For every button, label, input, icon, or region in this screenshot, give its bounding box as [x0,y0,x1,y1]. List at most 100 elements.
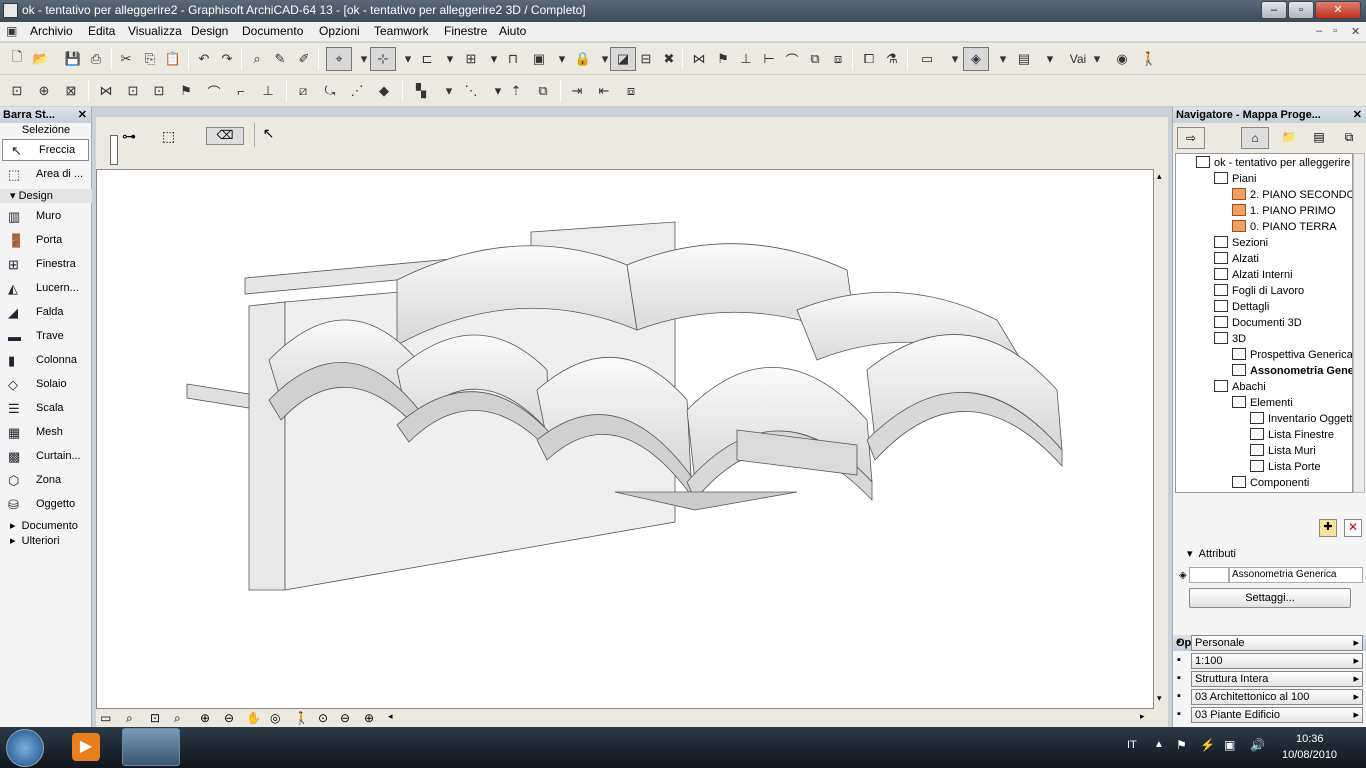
mdi-minimize-button[interactable]: – [1316,25,1322,37]
fit-icon[interactable]: ⊠ [62,82,80,100]
pick-up-icon[interactable]: ✎ [271,50,289,68]
dropdown-arrow-icon[interactable]: ▾ [485,50,503,68]
doc-icon[interactable]: ▣ [6,24,17,38]
documento-group[interactable]: ▸ Documento [10,519,78,532]
tool-curtain[interactable]: ▩ Curtain... [0,445,92,469]
quick-option-dropdown[interactable]: Personale [1191,635,1363,651]
tool-zona[interactable]: ⬡ Zona [0,469,92,493]
3d-view-icon[interactable]: ◈ [963,47,989,71]
pan-icon[interactable]: ✋ [246,711,261,725]
model-canvas[interactable] [96,169,1154,709]
dropdown-arrow-icon[interactable]: ▾ [1088,50,1106,68]
elevation-icon[interactable]: ⊏ [418,50,436,68]
volume-icon[interactable]: 🔊 [1250,738,1265,752]
undo-icon[interactable]: ↶ [195,50,213,68]
trace-icon[interactable]: ⊡ [8,82,26,100]
dropdown-arrow-icon[interactable]: ▾ [553,50,571,68]
tool-mesh[interactable]: ▦ Mesh [0,421,92,445]
zoom-in-icon[interactable]: ⊕ [200,711,210,725]
drag-icon[interactable]: ⊡ [124,82,142,100]
tree-item[interactable]: Lista Muri [1250,444,1316,460]
media-player-icon[interactable]: ▶ [72,733,100,761]
menu-documento[interactable]: Documento [242,24,303,38]
menu-edita[interactable]: Edita [88,24,115,38]
grid-icon[interactable]: ⊞ [462,50,480,68]
delete-icon[interactable]: ✕ [1344,519,1362,537]
marker-icon[interactable]: ⚑ [714,50,732,68]
layer-icon[interactable]: ◪ [610,47,636,71]
layout-icon[interactable]: ▤ [1015,50,1033,68]
tree-item[interactable]: Prospettiva Generica [1232,348,1352,364]
tree-item[interactable]: Elementi [1232,396,1293,412]
tool-freccia[interactable]: ↖ Freccia [2,139,89,161]
tree-item[interactable]: ok - tentativo per alleggerire [1196,156,1350,172]
corner-icon[interactable]: ⌐ [232,82,250,100]
language-indicator[interactable]: IT [1127,739,1137,751]
cut-icon[interactable]: ✂ [117,50,135,68]
view-icon[interactable]: ▭ [918,50,936,68]
open-file-icon[interactable]: 📂 [32,50,50,68]
resize-icon[interactable]: ⧈ [829,50,847,68]
dropdown-arrow-icon[interactable]: ▾ [440,82,458,100]
dropdown-arrow-icon[interactable]: ▾ [946,50,964,68]
attributi-group[interactable]: ▾ Attributi [1187,547,1236,560]
menu-teamwork[interactable]: Teamwork [374,24,429,38]
tree-item[interactable]: Assonometria Generica [1232,364,1352,380]
quick-option-dropdown[interactable]: Struttura Intera [1191,671,1363,687]
grid-snap-icon[interactable]: ⌖ [326,47,352,71]
zoom-fit-icon[interactable]: ⊙ [318,711,328,725]
scroll-up-icon[interactable]: ▴ [1157,171,1162,182]
network-icon[interactable]: ⚡ [1200,738,1215,752]
walk-icon[interactable]: 🚶 [1140,50,1158,68]
tool-scala[interactable]: ☰ Scala [0,397,92,421]
tree-item[interactable]: Alzati Interni [1214,268,1293,284]
tool-muro[interactable]: ▥ Muro [0,205,92,229]
quick-option-dropdown[interactable]: 03 Piante Edificio [1191,707,1363,723]
view-id-field[interactable] [1189,567,1229,583]
tool-trave[interactable]: ▬ Trave [0,325,92,349]
find-select-icon[interactable]: ⌕ [248,50,266,68]
tree-item[interactable]: Sezioni [1214,236,1268,252]
dropdown-arrow-icon[interactable]: ▾ [1041,50,1059,68]
vai-button[interactable]: Vai [1066,50,1090,68]
marquee-mode-icon[interactable]: ⬚ [162,128,175,145]
orbit-icon[interactable]: ◎ [270,711,280,725]
inject-icon[interactable]: ✐ [295,50,313,68]
tree-item[interactable]: 3D [1214,332,1246,348]
split-icon[interactable]: ⋈ [690,50,708,68]
elevate-icon[interactable]: ⊥ [737,50,755,68]
menu-visualizza[interactable]: Visualizza [128,24,182,38]
dropdown-arrow-icon[interactable]: ▾ [489,82,507,100]
scroll-left-icon[interactable]: ◂ [388,711,393,722]
publisher-tab-icon[interactable]: ⧉ [1337,127,1361,149]
paste-icon[interactable]: 📋 [164,50,182,68]
teamwork-icon[interactable]: ⧈ [622,82,640,100]
fit-window-icon[interactable]: ⊡ [150,711,160,725]
minimize-button[interactable]: – [1261,1,1287,19]
new-folder-icon[interactable]: ✚ [1319,519,1337,537]
zoom-dropdown-icon[interactable]: ⌕ [174,711,181,726]
dropdown-arrow-icon[interactable]: ▾ [399,50,417,68]
settaggi-button[interactable]: Settaggi... [1189,588,1351,608]
arc-icon[interactable]: ⌒ [205,82,223,100]
view-mode-icon[interactable]: ▭ [100,711,111,725]
tree-vscrollbar[interactable] [1353,153,1365,493]
tree-item[interactable]: Alzati [1214,252,1259,268]
tree-item[interactable]: Componenti [1232,476,1309,492]
send-icon[interactable]: ⇤ [595,82,613,100]
walk-icon[interactable]: 🚶 [294,711,309,725]
fillet-icon[interactable]: ⌒ [783,50,801,68]
layout-book-tab-icon[interactable]: ▤ [1307,127,1331,149]
close-icon[interactable]: ✕ [1353,108,1362,121]
tree-item[interactable]: 1. PIANO PRIMO [1232,204,1336,220]
tool-finestra[interactable]: ⊞ Finestra [0,253,92,277]
layers-icon[interactable]: ⧉ [534,82,552,100]
table-icon[interactable]: ⊟ [637,50,655,68]
device-icon[interactable]: ▣ [1224,738,1235,752]
tree-item[interactable]: Documenti 3D [1214,316,1302,332]
group-icon[interactable]: ▣ [530,50,548,68]
close-icon[interactable]: ✕ [78,108,87,121]
view-name-field[interactable]: Assonometria Generica [1229,567,1363,583]
view-map-tab-icon[interactable]: 📁 [1277,127,1301,149]
navigator-menu-icon[interactable]: ⇨ [1177,127,1205,149]
